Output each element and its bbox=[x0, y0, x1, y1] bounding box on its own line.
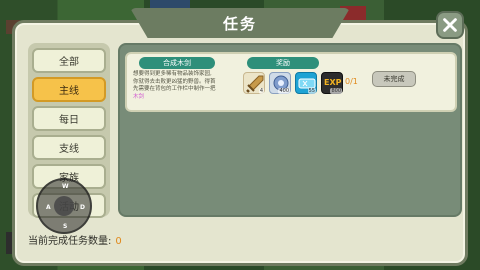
reward-count: 400 bbox=[278, 88, 290, 94]
joystick-knob[interactable] bbox=[54, 196, 74, 216]
joystick-right-label: D bbox=[80, 204, 85, 211]
title-bar: 任务 bbox=[130, 8, 350, 38]
reward-list: 4 400 55 EXP 800 bbox=[243, 72, 343, 94]
reward-label: 奖励 bbox=[247, 57, 319, 69]
joystick-left-label: A bbox=[46, 204, 51, 211]
tab-daily[interactable]: 每日 bbox=[32, 106, 106, 131]
quest-description: 想要得到更多稀有物品装饰家园, 你就得去击败更凶猛的野兽。得首 先需要在背包的工… bbox=[133, 71, 243, 101]
reward-count: 800 bbox=[330, 88, 342, 94]
gear-badge-icon[interactable]: 400 bbox=[269, 72, 291, 94]
completed-count-label: 当前完成任务数量: bbox=[28, 236, 112, 247]
wooden-sword-icon[interactable]: 4 bbox=[243, 72, 265, 94]
tab-label: 全部 bbox=[59, 57, 79, 68]
status-button[interactable]: 未完成 bbox=[372, 71, 416, 87]
completed-count: 当前完成任务数量: 0 bbox=[28, 232, 122, 247]
description-line: 先需要在背包的工作栏中制作一把 bbox=[133, 86, 216, 93]
quest-list: 合成木剑 想要得到更多稀有物品装饰家园, 你就得去击败更凶猛的野兽。得首 先需要… bbox=[118, 43, 462, 217]
background-block bbox=[150, 0, 190, 8]
quest-progress: 0/1 bbox=[345, 77, 358, 86]
reward-count: 55 bbox=[307, 88, 316, 94]
close-button[interactable] bbox=[436, 11, 464, 39]
tab-label: 主线 bbox=[59, 86, 79, 97]
exp-label: EXP bbox=[324, 78, 342, 87]
tab-side[interactable]: 支线 bbox=[32, 135, 106, 160]
tab-all[interactable]: 全部 bbox=[32, 48, 106, 73]
virtual-joystick[interactable]: W A D S bbox=[36, 178, 92, 234]
completed-count-value: 0 bbox=[115, 236, 122, 247]
ticket-icon[interactable]: 55 bbox=[295, 72, 317, 94]
joystick-down-label: S bbox=[63, 223, 68, 230]
exp-icon[interactable]: EXP 800 bbox=[321, 72, 343, 94]
tab-label: 每日 bbox=[59, 115, 79, 126]
tab-label: 支线 bbox=[59, 144, 79, 155]
page-title: 任务 bbox=[222, 14, 257, 33]
description-line: 想要得到更多稀有物品装饰家园, bbox=[133, 71, 212, 77]
description-line: 木剑 bbox=[133, 93, 145, 100]
joystick-up-label: W bbox=[62, 183, 69, 190]
reward-count: 4 bbox=[258, 88, 264, 94]
list-item: 合成木剑 想要得到更多稀有物品装饰家园, 你就得去击败更凶猛的野兽。得首 先需要… bbox=[125, 52, 457, 112]
close-icon bbox=[443, 18, 457, 32]
quest-name: 合成木剑 bbox=[139, 57, 215, 69]
tab-main[interactable]: 主线 bbox=[32, 77, 106, 102]
